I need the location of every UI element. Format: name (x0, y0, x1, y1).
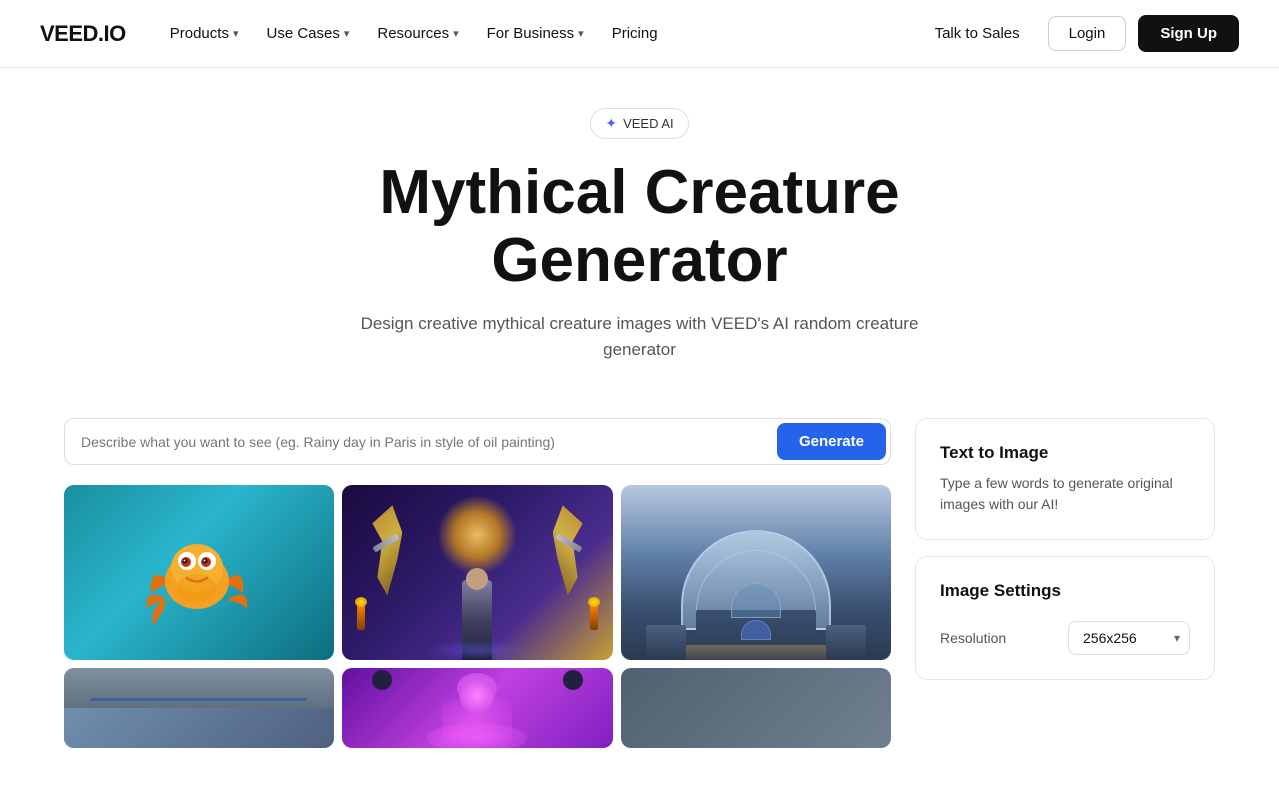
prompt-input[interactable] (81, 426, 777, 458)
nav-forbusiness-label: For Business (487, 25, 575, 42)
hero-section: ✦ VEED AI Mythical Creature Generator De… (0, 68, 1279, 418)
main-content: Generate (0, 418, 1279, 788)
image-grid (64, 485, 891, 660)
hero-subtitle: Design creative mythical creature images… (340, 311, 940, 362)
resolution-row: Resolution 256x256 512x512 1024x1024 ▾ (940, 621, 1190, 655)
badge-label: VEED AI (623, 116, 674, 131)
image-card-pink-creature[interactable] (342, 668, 612, 748)
navbar-left: VEED.IO Products ▾ Use Cases ▾ Resources… (40, 17, 670, 50)
right-panel: Text to Image Type a few words to genera… (915, 418, 1215, 748)
text-to-image-title: Text to Image (940, 443, 1190, 463)
chevron-down-icon: ▾ (578, 27, 584, 40)
nav-usecases-label: Use Cases (266, 25, 339, 42)
logo[interactable]: VEED.IO (40, 21, 126, 47)
image-card-dome[interactable] (621, 485, 891, 660)
fish-illustration (64, 485, 334, 660)
chevron-down-icon: ▾ (344, 27, 350, 40)
nav-item-products[interactable]: Products ▾ (158, 17, 251, 50)
image-settings-card: Image Settings Resolution 256x256 512x51… (915, 556, 1215, 680)
image-card-roof[interactable] (64, 668, 334, 748)
nav-links: Products ▾ Use Cases ▾ Resources ▾ For B… (158, 17, 670, 50)
image-card-warrior[interactable] (342, 485, 612, 660)
image-card-placeholder3[interactable] (621, 668, 891, 748)
chevron-down-icon: ▾ (453, 27, 459, 40)
page-title: Mythical Creature Generator (230, 159, 1050, 295)
nav-pricing-label: Pricing (612, 25, 658, 42)
resolution-label: Resolution (940, 630, 1006, 646)
navbar-right: Talk to Sales Login Sign Up (919, 15, 1239, 52)
image-grid-row2 (64, 668, 891, 748)
sparkle-icon: ✦ (605, 115, 617, 132)
nav-item-usecases[interactable]: Use Cases ▾ (254, 17, 361, 50)
signup-button[interactable]: Sign Up (1138, 15, 1239, 52)
nav-resources-label: Resources (377, 25, 449, 42)
text-to-image-desc: Type a few words to generate original im… (940, 473, 1190, 515)
veed-ai-badge[interactable]: ✦ VEED AI (590, 108, 688, 139)
generate-button[interactable]: Generate (777, 423, 886, 460)
nav-item-resources[interactable]: Resources ▾ (365, 17, 470, 50)
resolution-select[interactable]: 256x256 512x512 1024x1024 (1068, 621, 1190, 655)
prompt-search-bar: Generate (64, 418, 891, 465)
login-button[interactable]: Login (1048, 16, 1127, 51)
nav-products-label: Products (170, 25, 229, 42)
left-panel: Generate (64, 418, 891, 748)
chevron-down-icon: ▾ (233, 27, 239, 40)
image-settings-title: Image Settings (940, 581, 1190, 601)
text-to-image-card: Text to Image Type a few words to genera… (915, 418, 1215, 540)
talk-to-sales-button[interactable]: Talk to Sales (919, 17, 1036, 50)
nav-item-forbusiness[interactable]: For Business ▾ (475, 17, 596, 50)
resolution-select-wrapper: 256x256 512x512 1024x1024 ▾ (1068, 621, 1190, 655)
nav-item-pricing[interactable]: Pricing (600, 17, 670, 50)
navbar: VEED.IO Products ▾ Use Cases ▾ Resources… (0, 0, 1279, 68)
image-card-fish[interactable] (64, 485, 334, 660)
